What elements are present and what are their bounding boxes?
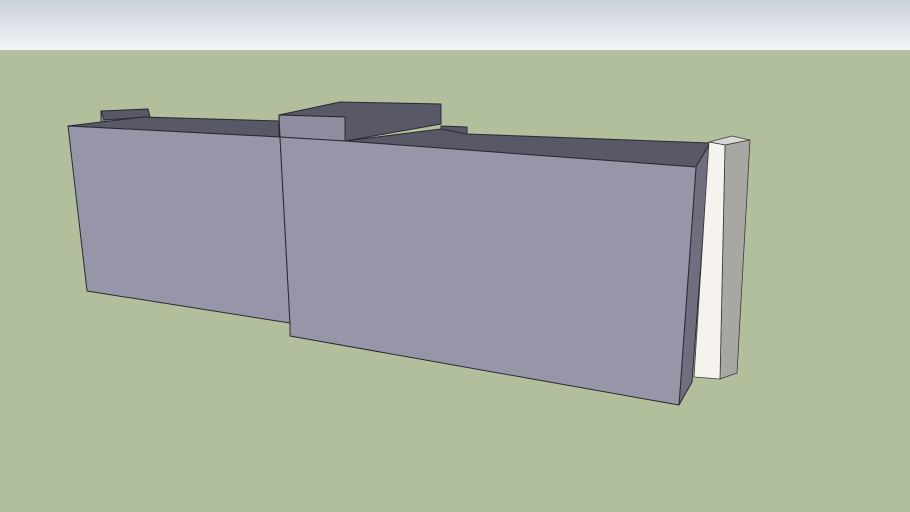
sky-background [0, 0, 910, 50]
left-building-front-face [67, 125, 291, 324]
3d-model-viewport[interactable] [0, 0, 910, 512]
left-building-block[interactable] [67, 108, 291, 324]
3d-scene-canvas[interactable] [0, 0, 910, 512]
